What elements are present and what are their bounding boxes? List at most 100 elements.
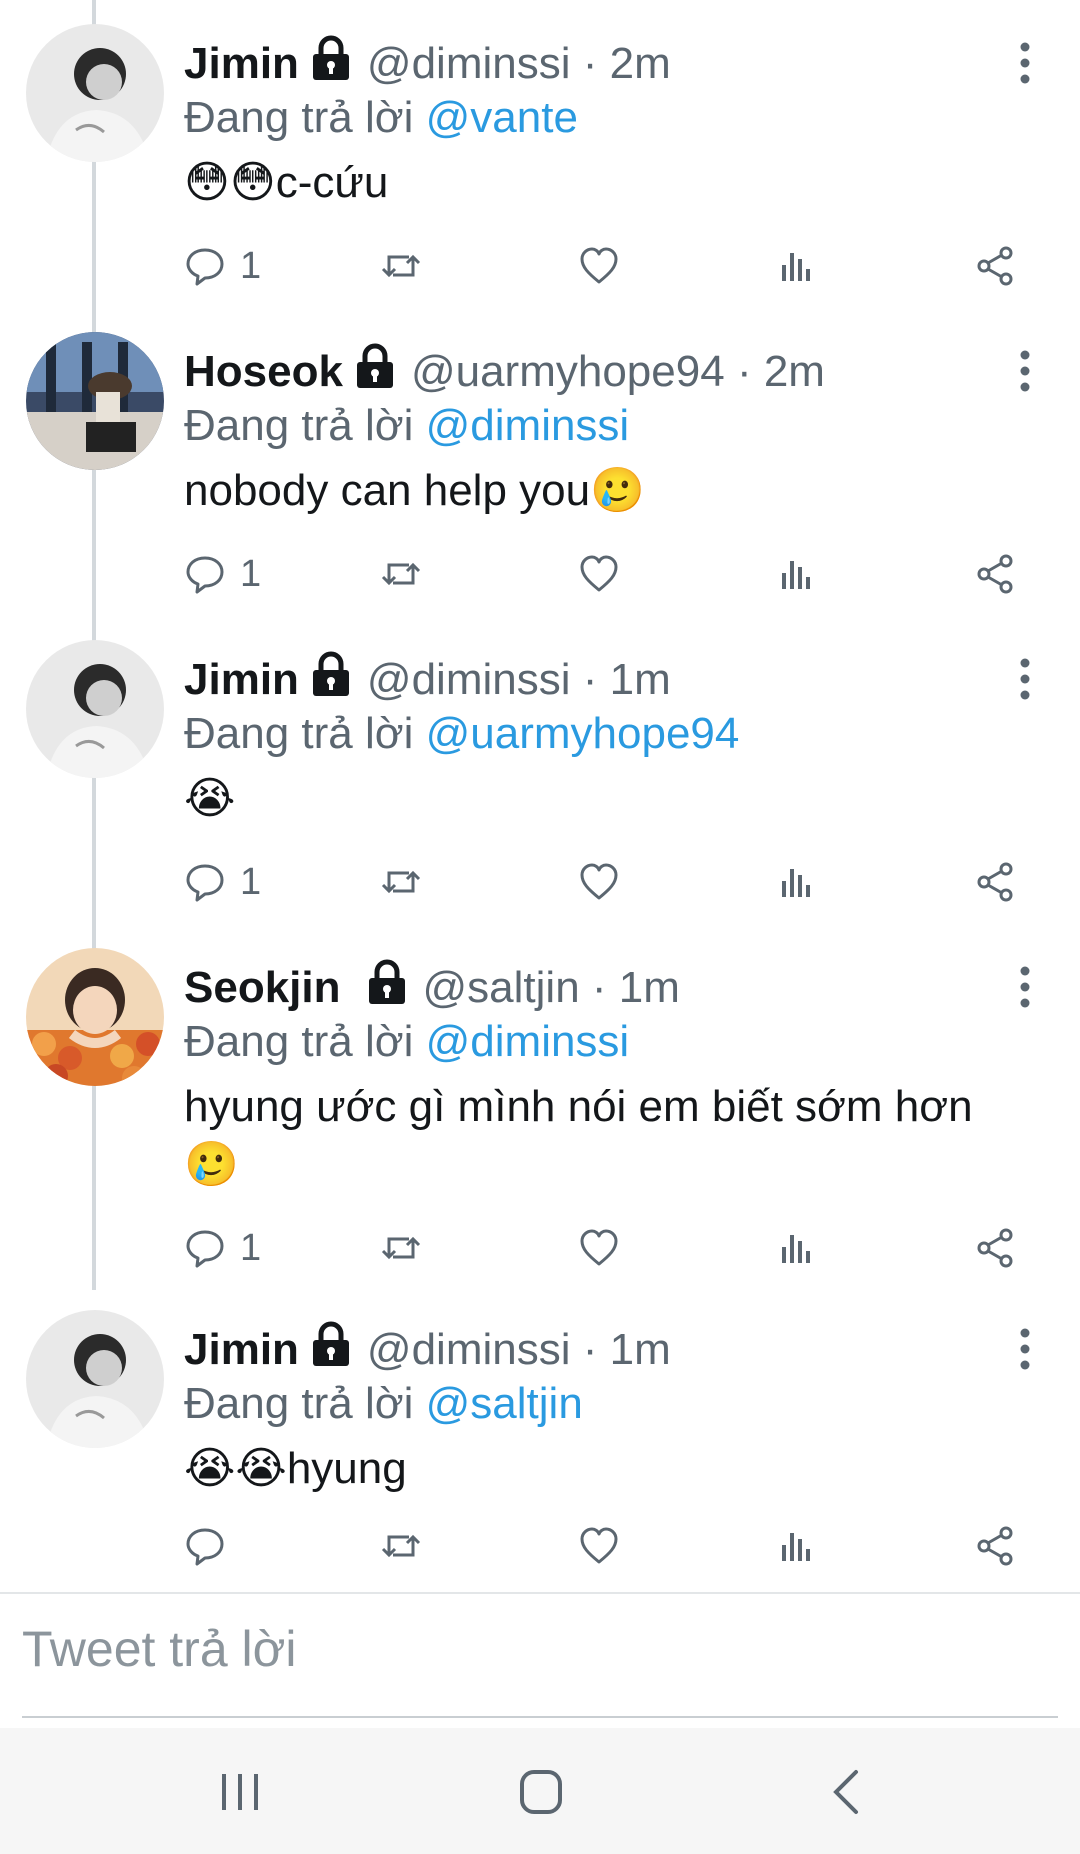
tweet-text: 😭😭hyung [184, 1440, 1044, 1498]
avatar-hoseok[interactable] [26, 332, 164, 470]
replying-to-label: Đang trả lời [184, 1379, 414, 1428]
lock-icon [309, 650, 353, 698]
replying-to: Đang trả lời @uarmyhope94 [184, 706, 739, 762]
avatar-seokjin[interactable] [26, 948, 164, 1086]
share-icon [974, 553, 1016, 595]
reply-button[interactable]: 1 [184, 852, 261, 912]
tweet-actions: 1 [0, 544, 1080, 604]
tweet-body-text: c-cứu [275, 158, 389, 207]
more-vertical-icon[interactable] [1010, 38, 1040, 88]
heart-icon [578, 245, 620, 287]
like-button[interactable] [578, 1516, 620, 1576]
tweet-emoji: 🥲 [184, 1140, 239, 1189]
analytics-button[interactable] [776, 852, 818, 912]
handle[interactable]: @diminssi [367, 1325, 571, 1374]
share-button[interactable] [974, 1516, 1016, 1576]
replying-to-mention[interactable]: @uarmyhope94 [426, 709, 740, 758]
tweet-thread-screen: Jimin @diminssi · 2m Đang trả lời @vante … [0, 0, 1080, 1854]
share-icon [974, 861, 1016, 903]
more-vertical-icon[interactable] [1010, 962, 1040, 1012]
reply-compose-input[interactable]: Tweet trả lời [22, 1620, 297, 1678]
reply-button[interactable] [184, 1516, 240, 1576]
recent-apps-icon[interactable] [218, 1764, 262, 1820]
heart-icon [578, 1525, 620, 1567]
tweet-text: 😳😳c-cứu [184, 154, 1044, 212]
timestamp: · 2m [582, 39, 671, 88]
replying-to: Đang trả lời @saltjin [184, 1376, 583, 1432]
tweet-actions: 1 [0, 1218, 1080, 1278]
retweet-button[interactable] [380, 544, 422, 604]
share-icon [974, 1525, 1016, 1567]
avatar-jimin[interactable] [26, 640, 164, 778]
timestamp: · 2m [736, 347, 825, 396]
retweet-button[interactable] [380, 852, 422, 912]
share-icon [974, 1227, 1016, 1269]
heart-icon [578, 553, 620, 595]
tweet-header: Jimin @diminssi · 2m [184, 34, 671, 92]
display-name[interactable]: Seokjin [184, 963, 341, 1012]
lock-icon [353, 342, 397, 390]
like-button[interactable] [578, 1218, 620, 1278]
lock-icon [309, 34, 353, 82]
analytics-button[interactable] [776, 544, 818, 604]
handle[interactable]: @diminssi [367, 655, 571, 704]
retweet-icon [380, 1227, 422, 1269]
home-icon[interactable] [518, 1764, 564, 1820]
timestamp: · 1m [582, 655, 671, 704]
replying-to-mention[interactable]: @diminssi [426, 401, 630, 450]
share-button[interactable] [974, 1218, 1016, 1278]
replying-to-mention[interactable]: @vante [426, 93, 578, 142]
like-button[interactable] [578, 544, 620, 604]
compose-divider [0, 1592, 1080, 1594]
reply-button[interactable]: 1 [184, 236, 261, 296]
tweet-emoji: 😭 [184, 774, 236, 823]
more-vertical-icon[interactable] [1010, 654, 1040, 704]
reply-count: 1 [240, 552, 262, 595]
handle[interactable]: @diminssi [367, 39, 571, 88]
analytics-icon [776, 1227, 818, 1269]
tweet-text: nobody can help you🥲 [184, 462, 1044, 520]
tweet-actions: 1 [0, 852, 1080, 912]
share-button[interactable] [974, 544, 1016, 604]
handle[interactable]: @saltjin [423, 963, 580, 1012]
retweet-button[interactable] [380, 1218, 422, 1278]
analytics-icon [776, 1525, 818, 1567]
display-name[interactable]: Jimin [184, 1325, 299, 1374]
handle[interactable]: @uarmyhope94 [411, 347, 725, 396]
like-button[interactable] [578, 236, 620, 296]
share-icon [974, 245, 1016, 287]
tweet-header: Hoseok @uarmyhope94 · 2m [184, 342, 825, 400]
replying-to-label: Đang trả lời [184, 709, 414, 758]
heart-icon [578, 1227, 620, 1269]
replying-to: Đang trả lời @vante [184, 90, 578, 146]
reply-button[interactable]: 1 [184, 544, 261, 604]
retweet-button[interactable] [380, 236, 422, 296]
display-name[interactable]: Jimin [184, 655, 299, 704]
tweet-text: 😭 [184, 770, 1044, 828]
analytics-button[interactable] [776, 236, 818, 296]
share-button[interactable] [974, 236, 1016, 296]
avatar-jimin[interactable] [26, 24, 164, 162]
like-button[interactable] [578, 852, 620, 912]
display-name[interactable]: Jimin [184, 39, 299, 88]
share-button[interactable] [974, 852, 1016, 912]
reply-icon [184, 861, 226, 903]
replying-to-mention[interactable]: @saltjin [426, 1379, 583, 1428]
analytics-button[interactable] [776, 1218, 818, 1278]
retweet-button[interactable] [380, 1516, 422, 1576]
display-name[interactable]: Hoseok [184, 347, 343, 396]
tweet-text: hyung ước gì mình nói em biết sớm hơn 🥲 [184, 1078, 1044, 1194]
reply-icon [184, 245, 226, 287]
reply-button[interactable]: 1 [184, 1218, 261, 1278]
analytics-icon [776, 861, 818, 903]
analytics-button[interactable] [776, 1516, 818, 1576]
back-icon[interactable] [826, 1764, 866, 1820]
replying-to-mention[interactable]: @diminssi [426, 1017, 630, 1066]
more-vertical-icon[interactable] [1010, 346, 1040, 396]
avatar-jimin[interactable] [26, 1310, 164, 1448]
tweet-actions: 1 [0, 236, 1080, 296]
replying-to-label: Đang trả lời [184, 1017, 414, 1066]
replying-to: Đang trả lời @diminssi [184, 1014, 629, 1070]
more-vertical-icon[interactable] [1010, 1324, 1040, 1374]
reply-icon [184, 553, 226, 595]
